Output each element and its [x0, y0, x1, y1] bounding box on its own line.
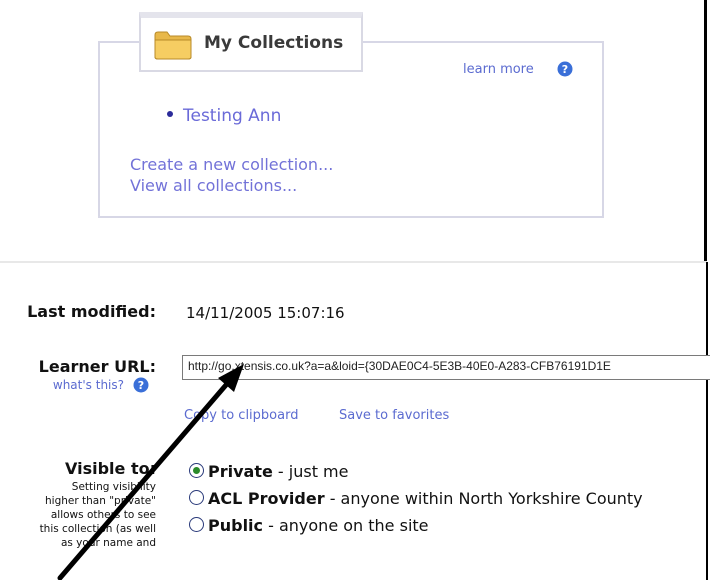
option-name: Private: [208, 462, 273, 481]
panel-border: [706, 262, 708, 580]
collections-header-tab: My Collections: [139, 12, 363, 72]
create-collection-link[interactable]: Create a new collection...: [130, 155, 333, 174]
visible-to-label: Visible to:: [65, 459, 156, 478]
section-divider: [0, 261, 707, 263]
radio-button[interactable]: [189, 463, 204, 478]
radio-public[interactable]: Public - anyone on the site: [189, 516, 429, 535]
radio-private[interactable]: Private - just me: [189, 462, 348, 481]
option-desc: - just me: [272, 462, 349, 481]
collection-item-label: Testing Ann: [183, 106, 282, 126]
svg-text:?: ?: [138, 379, 144, 392]
collection-list-item[interactable]: Testing Ann: [167, 106, 281, 126]
whats-this-link[interactable]: what's this?: [53, 378, 124, 392]
visibility-description: Setting visibility higher than "private"…: [39, 481, 156, 549]
option-name: Public: [208, 516, 264, 535]
collections-title: My Collections: [204, 33, 344, 53]
help-icon[interactable]: ?: [557, 61, 573, 77]
view-all-collections-link[interactable]: View all collections...: [130, 176, 297, 195]
folder-icon: [154, 31, 192, 60]
option-desc: - anyone within North Yorkshire County: [324, 489, 643, 508]
learner-url-label: Learner URL:: [38, 357, 156, 376]
svg-text:?: ?: [562, 63, 568, 76]
save-to-favorites-link[interactable]: Save to favorites: [339, 408, 449, 423]
last-modified-label: Last modified:: [27, 302, 156, 321]
option-desc: - anyone on the site: [263, 516, 429, 535]
option-name: ACL Provider: [208, 489, 325, 508]
copy-to-clipboard-link[interactable]: Copy to clipboard: [184, 408, 298, 423]
radio-acl-provider[interactable]: ACL Provider - anyone within North Yorks…: [189, 489, 643, 508]
help-icon[interactable]: ?: [133, 377, 149, 393]
radio-button[interactable]: [189, 490, 204, 505]
last-modified-value: 14/11/2005 15:07:16: [186, 304, 345, 322]
panel-border: [704, 0, 707, 262]
learner-url-field[interactable]: http://go.xtensis.co.uk?a=a&loid={30DAE0…: [182, 355, 710, 380]
bullet: [167, 111, 173, 117]
radio-button[interactable]: [189, 517, 204, 532]
collections-panel: My Collections learn more ? Testing Ann …: [0, 0, 704, 262]
learn-more-link[interactable]: learn more: [463, 62, 534, 77]
